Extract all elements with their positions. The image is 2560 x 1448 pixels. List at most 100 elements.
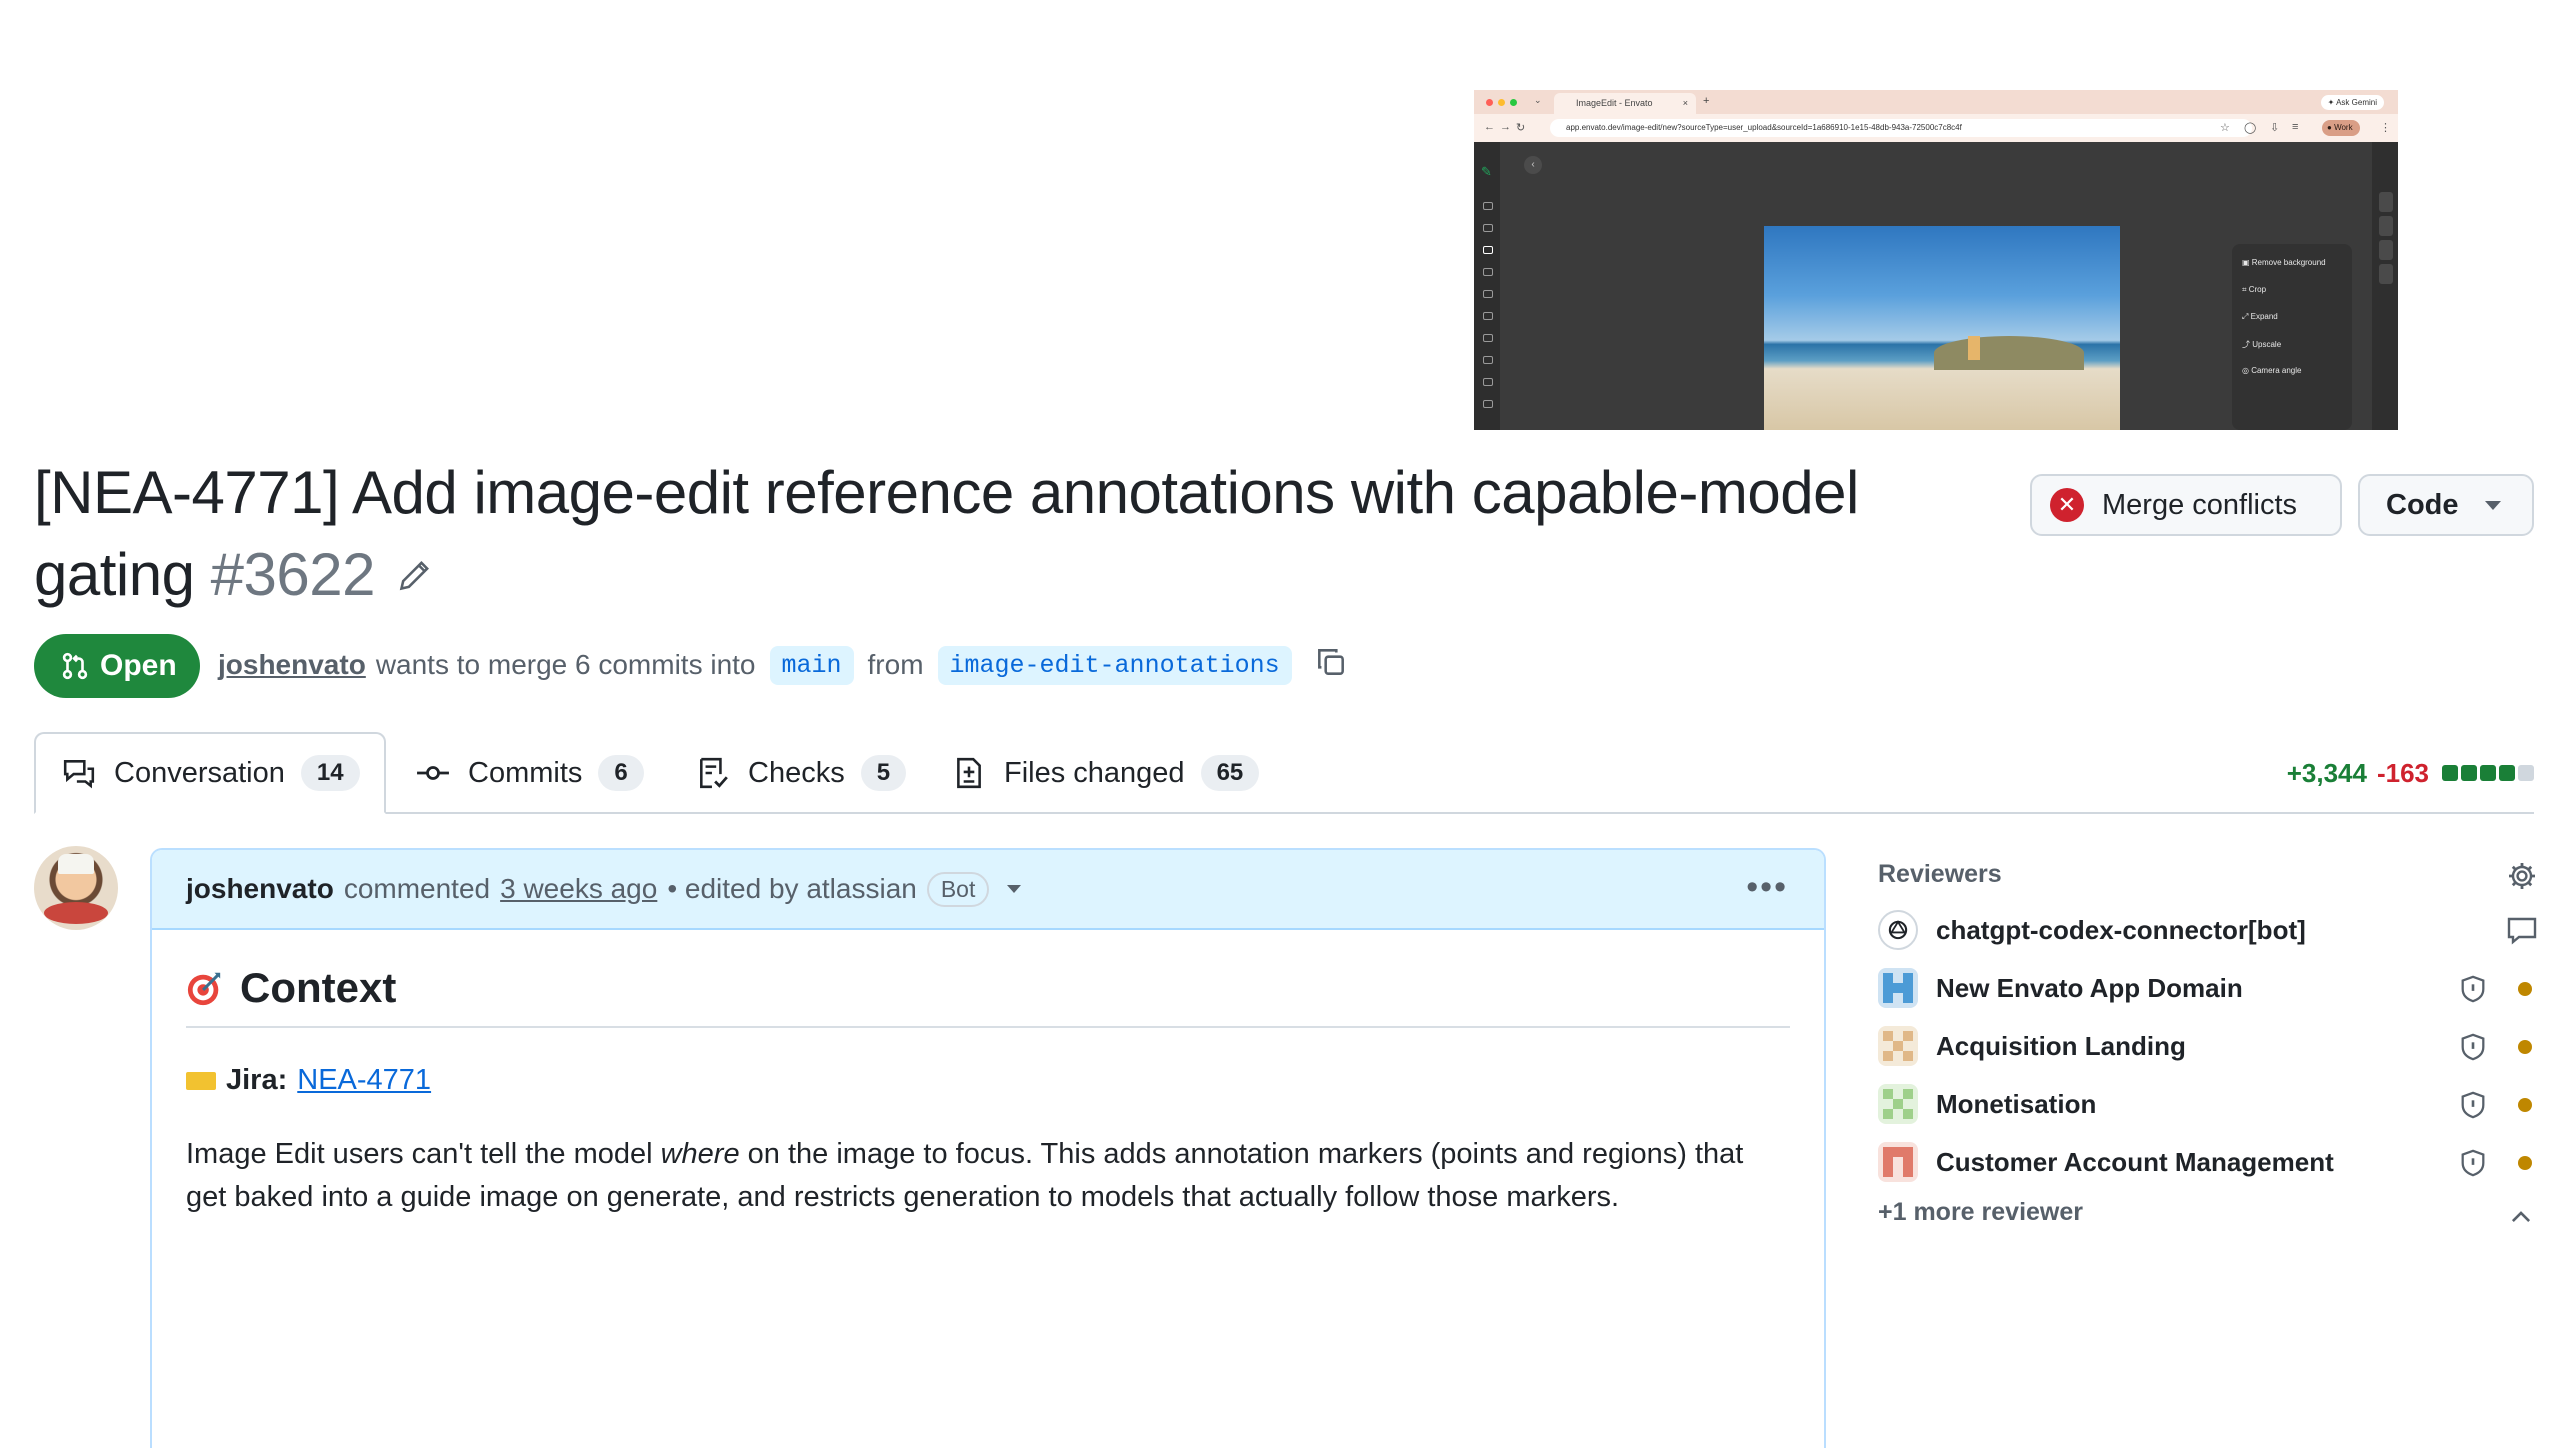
edited-by[interactable]: • edited by atlassian [667,873,917,905]
pencil-icon[interactable] [397,532,431,614]
tab-count: 14 [300,755,360,791]
copy-icon[interactable] [1314,645,1348,686]
browser-tab: ImageEdit - Envato × [1554,93,1696,114]
page-title: [NEA-4771] Add image-edit reference anno… [34,452,1934,620]
shield-icon [2458,1032,2488,1069]
tool-icon [1483,356,1493,364]
team-avatar [1878,1084,1918,1124]
menu-item: ▣ Remove background [2242,258,2326,267]
jira-label: Jira: [226,1064,288,1096]
rail-block [2379,192,2393,212]
edit-history-chevron-icon[interactable] [1007,885,1022,893]
desc-emphasis: where [660,1138,740,1170]
comment-box: joshenvato commented 3 weeks ago • edite… [150,848,1826,1448]
chef-hat-shape [58,854,94,874]
team-avatar [1878,968,1918,1008]
jira-link[interactable]: NEA-4771 [297,1064,431,1097]
shield-icon [2458,1148,2488,1185]
bot-badge: Bot [926,871,990,907]
url-text: app.envato.dev/image-edit/new?sourceType… [1566,123,1962,132]
merge-conflicts-label: Merge conflicts [2102,488,2298,521]
diffstat-square [2442,765,2458,781]
reviewer-row[interactable]: New Envato App Domain [1878,964,2538,1012]
address-bar-row: ← → ↻ app.envato.dev/image-edit/new?sour… [1474,114,2398,142]
tab-conversation[interactable]: Conversation 14 [34,732,386,814]
gear-icon[interactable] [2506,860,2538,897]
tab-count: 6 [598,755,644,791]
menu-item-label: Expand [2250,312,2278,321]
additions-count: +3,344 [2286,757,2367,788]
ask-gemini-button: ✦ Ask Gemini [2320,95,2384,110]
bookmark-star-icon: ☆ [2220,122,2230,134]
tab-label: Conversation [114,756,285,789]
tab-close-icon: × [1682,98,1688,108]
browser-tab-bar: ⌄ ImageEdit - Envato × + ✦ Ask Gemini [1474,90,2398,114]
menu-item: ◎ Camera angle [2242,366,2302,375]
tool-icon [1483,202,1493,210]
reviewers-title[interactable]: Reviewers [1878,854,2538,894]
openai-logo-icon [1878,910,1918,950]
tool-icon [1483,224,1493,232]
tool-icon [1483,268,1493,276]
merge-conflicts-button[interactable]: ✕ Merge conflicts [2030,474,2342,536]
avatar[interactable] [34,846,118,930]
tab-files-changed[interactable]: Files changed 65 [952,732,1260,814]
pr-tabs: Conversation 14 Commits 6 Checks 5 Files… [34,732,2534,814]
download-icon: ⇩ [2270,122,2280,134]
head-branch[interactable]: image-edit-annotations [937,645,1292,685]
author-link[interactable]: joshenvato [218,649,366,681]
browser-tab-title: ImageEdit - Envato [1576,98,1653,108]
collapse-panel-icon: ‹ [1524,156,1542,174]
tab-checks[interactable]: Checks 5 [696,732,907,814]
lifeguard-post-shape [1968,336,1980,360]
diffstat-square [2461,765,2477,781]
checklist-icon [700,757,728,789]
code-button[interactable]: Code [2358,474,2534,536]
base-branch[interactable]: main [769,645,854,685]
tool-icon [1483,378,1493,386]
comment-time[interactable]: 3 weeks ago [500,873,657,905]
from-text: from [867,649,924,680]
tab-label: Checks [748,756,845,789]
pending-dot [2518,1040,2532,1054]
reviewer-row[interactable]: Acquisition Landing [1878,1022,2538,1070]
pull-request-icon [62,652,88,680]
address-bar: app.envato.dev/image-edit/new?sourceType… [1550,119,2252,137]
chevron-up-icon[interactable] [2508,1204,2534,1235]
menu-item-label: Crop [2248,285,2267,294]
envato-logo-icon: ✎ [1481,164,1492,179]
team-avatar [1878,1026,1918,1066]
reviewer-row[interactable]: Customer Account Management [1878,1138,2538,1186]
chevron-down-icon [2484,500,2501,510]
tab-commits[interactable]: Commits 6 [416,732,644,814]
reviewer-name: Customer Account Management [1936,1146,2334,1177]
reviewer-row[interactable]: chatgpt-codex-connector[bot] [1878,906,2538,954]
embedded-screenshot: ⌄ ImageEdit - Envato × + ✦ Ask Gemini ← … [1474,90,2398,430]
more-reviewers-link[interactable]: +1 more reviewer [1878,1198,2083,1227]
tab-count: 5 [860,755,907,791]
comment-author[interactable]: joshenvato [186,873,334,905]
reviewer-row[interactable]: Monetisation [1878,1080,2538,1128]
menu-item: ⌗ Crop [2242,285,2267,294]
tool-icon [1483,290,1493,298]
deletions-count: -163 [2376,757,2429,788]
status-badge: Open [34,634,200,698]
close-dot [1486,99,1493,106]
rail-block [2379,240,2393,260]
diffstat: +3,344 -163 [2287,732,2534,814]
tab-search-icon: ≡ [2292,121,2299,133]
pr-meta: joshenvato wants to merge 6 commits into… [218,640,1348,690]
menu-item-label: Camera angle [2251,366,2302,375]
menu-item: ⤴ Upscale [2242,340,2282,349]
shield-icon [2458,1090,2488,1127]
pr-number: #3622 [210,541,376,608]
reviewer-name: New Envato App Domain [1936,972,2243,1003]
heading-text: Context [240,964,397,1011]
new-tab-icon: + [1703,95,1710,107]
editor-toolbar [1474,142,1500,430]
tool-icon [1483,334,1493,342]
dune-shape [1934,336,2084,370]
right-rail [2372,142,2398,430]
commit-icon [417,766,449,780]
kebab-menu-icon[interactable]: ••• [1746,868,1788,907]
